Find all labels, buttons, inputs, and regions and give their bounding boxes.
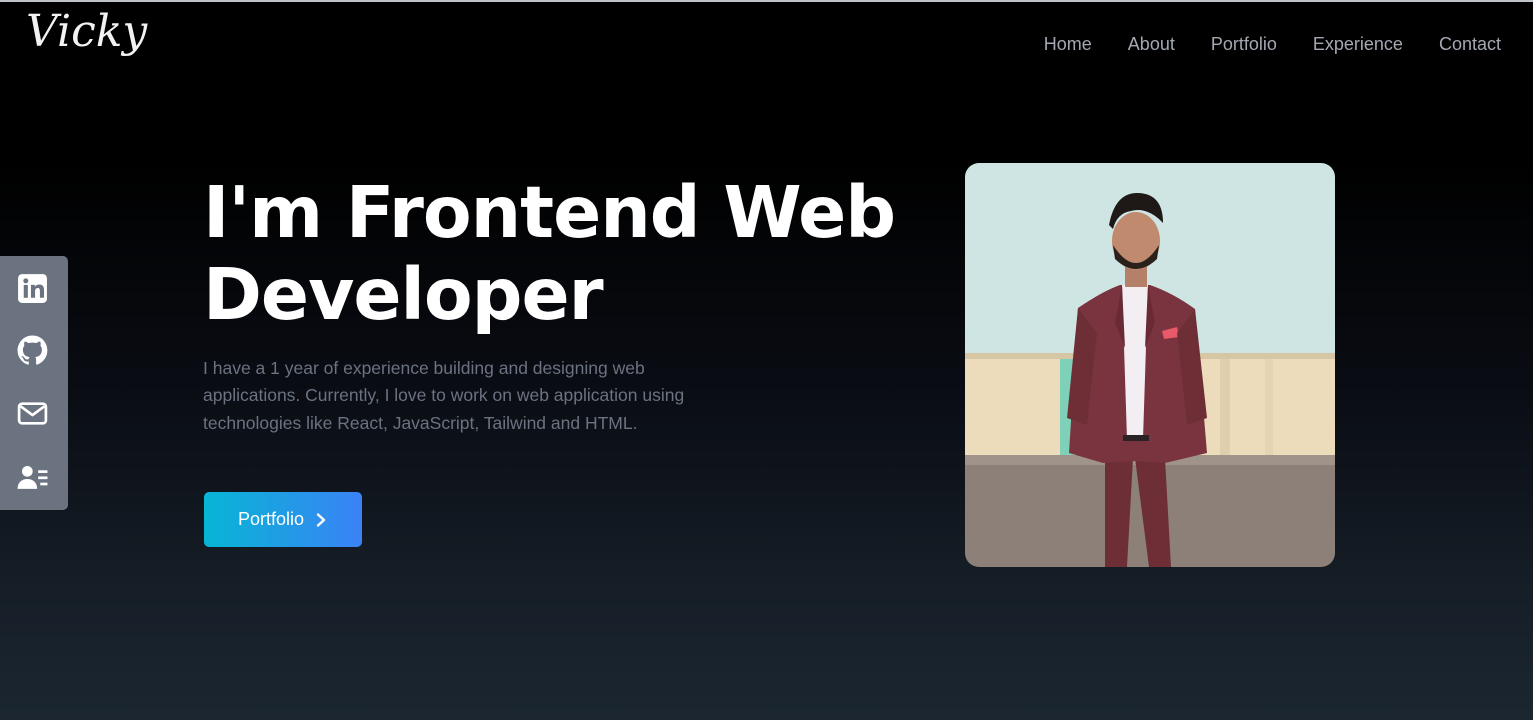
profile-photo-illustration: [965, 163, 1335, 567]
nav-portfolio[interactable]: Portfolio: [1211, 34, 1277, 55]
nav-contact[interactable]: Contact: [1439, 34, 1501, 55]
portfolio-button[interactable]: Portfolio: [204, 492, 362, 547]
brand-logo[interactable]: Vicky: [26, 6, 147, 57]
nav-experience[interactable]: Experience: [1313, 34, 1403, 55]
nav-about[interactable]: About: [1128, 34, 1175, 55]
social-links-panel: [0, 256, 68, 510]
hero-title-line-1: I'm Frontend Web: [203, 171, 896, 254]
chevron-right-icon: [316, 512, 326, 527]
linkedin-icon[interactable]: [16, 272, 49, 305]
hero-title-line-2: Developer: [203, 253, 604, 336]
top-border: [0, 0, 1533, 2]
nav-home[interactable]: Home: [1044, 34, 1092, 55]
resume-icon[interactable]: [16, 461, 49, 494]
profile-photo: [965, 163, 1335, 567]
portfolio-button-label: Portfolio: [237, 509, 305, 529]
hero-title: I'm Frontend Web Developer: [203, 172, 943, 336]
mail-icon[interactable]: [16, 397, 49, 430]
github-icon[interactable]: [16, 334, 49, 367]
hero-description: I have a 1 year of experience building a…: [203, 358, 685, 433]
main-nav: Home About Portfolio Experience Contact: [1044, 34, 1501, 55]
